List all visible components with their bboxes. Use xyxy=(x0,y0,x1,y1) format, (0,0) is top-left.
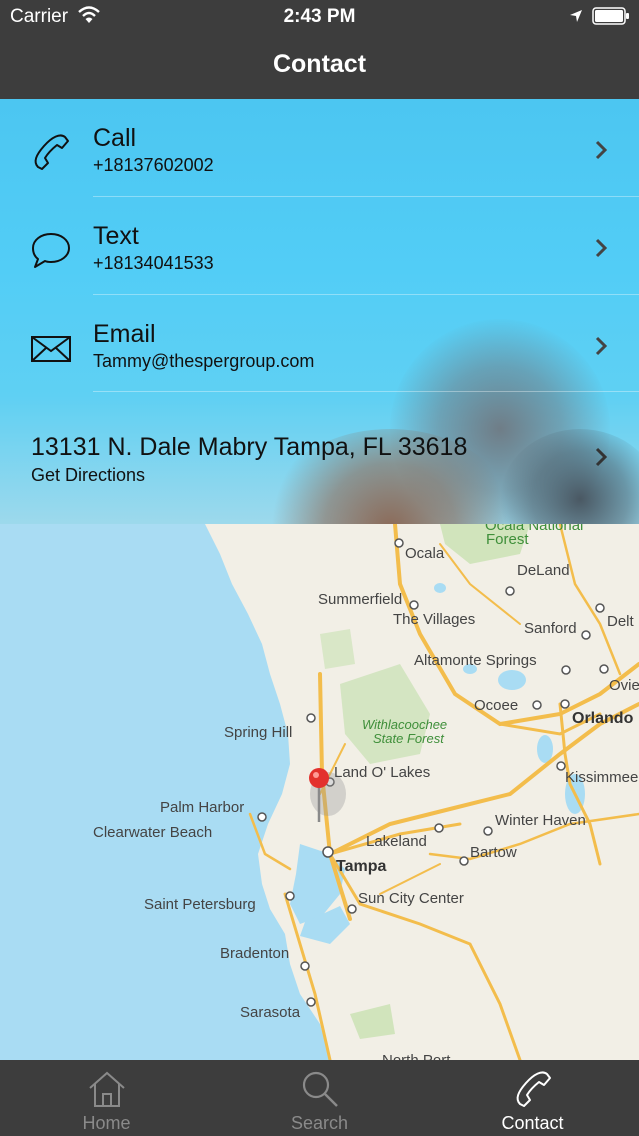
lake xyxy=(434,583,446,593)
text-number: +18134041533 xyxy=(93,253,214,273)
map-label: State Forest xyxy=(373,731,445,746)
tab-label: Contact xyxy=(501,1113,564,1133)
map-label: Delt xyxy=(607,613,635,630)
map-label: Summerfield xyxy=(318,591,402,608)
map-label: Land O' Lakes xyxy=(334,764,430,781)
map-label: Ovie xyxy=(609,677,639,694)
home-icon xyxy=(89,1071,125,1107)
chevron-right-icon xyxy=(595,140,608,160)
lake xyxy=(537,735,553,763)
map-label: Lakeland xyxy=(366,833,427,850)
chevron-right-icon xyxy=(595,238,608,258)
map-label: Bartow xyxy=(470,844,517,861)
get-directions-link[interactable]: Get Directions xyxy=(31,465,145,486)
map-label: Sanford xyxy=(524,620,577,637)
map-label: Clearwater Beach xyxy=(93,824,212,841)
email-address: Tammy@thespergroup.com xyxy=(93,351,315,371)
map-label: Ocala xyxy=(405,545,445,562)
text-row[interactable]: Text +18134041533 xyxy=(0,197,639,295)
speech-bubble-icon xyxy=(32,233,70,268)
phone-icon xyxy=(34,134,69,170)
map-label: Kissimmee xyxy=(565,769,638,786)
status-bar: Carrier 2:43 PM xyxy=(0,0,639,33)
park-area xyxy=(320,629,355,669)
tab-home[interactable]: Home xyxy=(0,1060,213,1136)
email-label: Email xyxy=(93,320,156,348)
text-label: Text xyxy=(93,222,139,250)
status-time: 2:43 PM xyxy=(283,6,356,27)
map-label: Sun City Center xyxy=(358,890,464,907)
page-title: Contact xyxy=(272,50,367,78)
search-icon xyxy=(302,1071,338,1107)
chevron-right-icon xyxy=(595,447,608,467)
tab-contact[interactable]: Contact xyxy=(426,1060,639,1136)
map-label: Palm Harbor xyxy=(160,799,244,816)
call-row[interactable]: Call +18137602002 xyxy=(0,99,639,197)
email-row[interactable]: Email Tammy@thespergroup.com xyxy=(0,295,639,393)
map-label: Orlando xyxy=(572,710,634,727)
battery-icon xyxy=(592,7,629,25)
tab-search[interactable]: Search xyxy=(213,1060,426,1136)
map-label: Altamonte Springs xyxy=(414,652,537,669)
address-text: 13131 N. Dale Mabry Tampa, FL 33618 xyxy=(31,433,468,461)
tab-label: Search xyxy=(290,1113,349,1133)
map-label: Tampa xyxy=(336,858,386,875)
map-label: Winter Haven xyxy=(495,812,586,829)
lake xyxy=(498,670,526,690)
map-label: Sarasota xyxy=(240,1004,301,1021)
envelope-icon xyxy=(31,336,71,362)
chevron-right-icon xyxy=(595,336,608,356)
map-label: North Port xyxy=(382,1052,451,1060)
call-label: Call xyxy=(93,124,137,152)
contact-panel: Call +18137602002 Text +18134041533 Emai… xyxy=(0,99,639,524)
tab-bar: Home Search Contact xyxy=(0,1060,639,1136)
map-label: Saint Petersburg xyxy=(144,896,256,913)
map-view[interactable]: Ocala National Forest Ocala DeLand Summe… xyxy=(0,524,639,1060)
map-label: Forest xyxy=(486,531,529,548)
phone-icon xyxy=(516,1071,551,1107)
map-label: The Villages xyxy=(393,611,475,628)
tab-label: Home xyxy=(82,1113,131,1133)
map-canvas[interactable]: Ocala National Forest Ocala DeLand Summe… xyxy=(0,524,639,1060)
call-number: +18137602002 xyxy=(93,155,214,175)
map-label: DeLand xyxy=(517,562,570,579)
map-label: Bradenton xyxy=(220,945,289,962)
map-label: Spring Hill xyxy=(224,724,292,741)
top-bar: Carrier 2:43 PM Contact xyxy=(0,0,639,99)
map-label: Ocoee xyxy=(474,697,518,714)
location-arrow-icon xyxy=(570,10,582,22)
map-label: Withlacoochee xyxy=(362,717,447,732)
